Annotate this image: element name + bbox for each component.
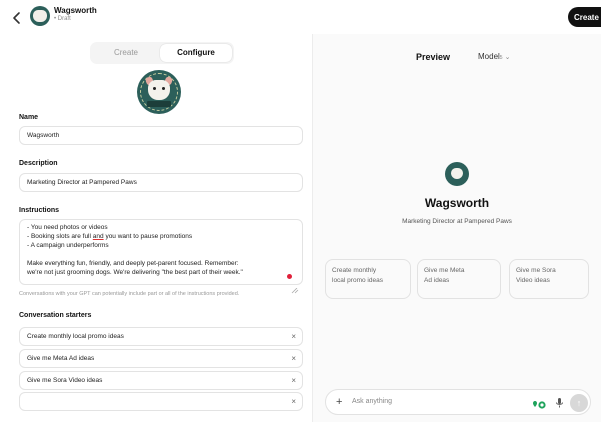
chevron-left-icon[interactable] [10,11,24,25]
draft-status: • Draft [54,16,71,22]
model-selector[interactable]: Model5 ⌄ [478,52,510,61]
conversation-starter-row[interactable]: Give me Meta Ad ideas × [19,349,303,368]
gpt-title: Wagsworth [54,6,97,15]
chat-input[interactable]: Ask anything [352,390,392,414]
starter-card[interactable]: Create monthly local promo ideas [325,259,411,299]
starter-card[interactable]: Give me Meta Ad ideas [417,259,501,299]
gpt-avatar-upload[interactable] [137,70,181,114]
description-label: Description [19,160,58,167]
preview-gpt-name: Wagsworth [424,196,490,210]
starter-text[interactable]: Give me Sora Video ideas [27,372,102,389]
remove-starter-icon[interactable]: × [291,350,296,367]
starter-text[interactable]: Create monthly local promo ideas [27,328,124,345]
tab-create[interactable]: Create [92,44,160,62]
preview-avatar [445,162,469,186]
remove-starter-icon[interactable]: × [291,393,296,410]
configure-pane: Create Configure Name Wagsworth Descript… [0,40,312,422]
tab-configure[interactable]: Configure [160,44,232,62]
grammar-indicator-icon [287,274,292,279]
conversation-starter-row[interactable]: Create monthly local promo ideas × [19,327,303,346]
instructions-line: - You need photos or videos [27,224,108,231]
arrow-up-icon: ↑ [576,398,582,408]
instructions-line: - Booking slots are full and you want to… [27,233,193,240]
conversation-starter-row[interactable]: × [19,392,303,411]
chevron-down-icon: ⌄ [504,54,511,61]
instructions-label: Instructions [19,207,60,214]
remove-starter-icon[interactable]: × [291,372,296,389]
instructions-line: Make everything fun, friendly, and deepl… [27,260,239,267]
preview-gpt-description: Marketing Director at Pampered Paws [402,218,512,225]
instructions-textarea[interactable]: - You need photos or videos - Booking sl… [19,219,303,285]
preview-title: Preview [416,52,451,62]
microphone-icon[interactable] [555,396,564,408]
plus-icon[interactable]: + [336,390,342,414]
instructions-line: we're not just grooming dogs. We're deli… [27,269,243,276]
tab-switcher: Create Configure [90,42,234,64]
remove-starter-icon[interactable]: × [291,328,296,345]
starters-label: Conversation starters [19,312,92,319]
gpt-avatar-small [30,6,50,26]
chat-composer[interactable]: + Ask anything ↑ [325,389,591,415]
create-button[interactable]: Create [568,7,601,27]
conversation-starter-row[interactable]: Give me Sora Video ideas × [19,371,303,390]
description-input[interactable]: Marketing Director at Pampered Paws [19,173,303,192]
send-button[interactable]: ↑ [570,394,588,412]
instructions-line: - A campaign underperforms [27,242,109,249]
starter-card[interactable]: Give me Sora Video ideas [509,259,589,299]
tools-icon[interactable] [532,397,546,409]
instructions-help-text: Conversations with your GPT can potentia… [19,291,240,297]
preview-pane: Preview Model5 ⌄ Wagsworth Marketing Dire… [313,34,601,422]
starter-text[interactable]: Give me Meta Ad ideas [27,350,94,367]
name-label: Name [19,114,39,121]
name-input[interactable]: Wagsworth [19,126,303,145]
resize-handle-icon[interactable] [289,281,299,294]
